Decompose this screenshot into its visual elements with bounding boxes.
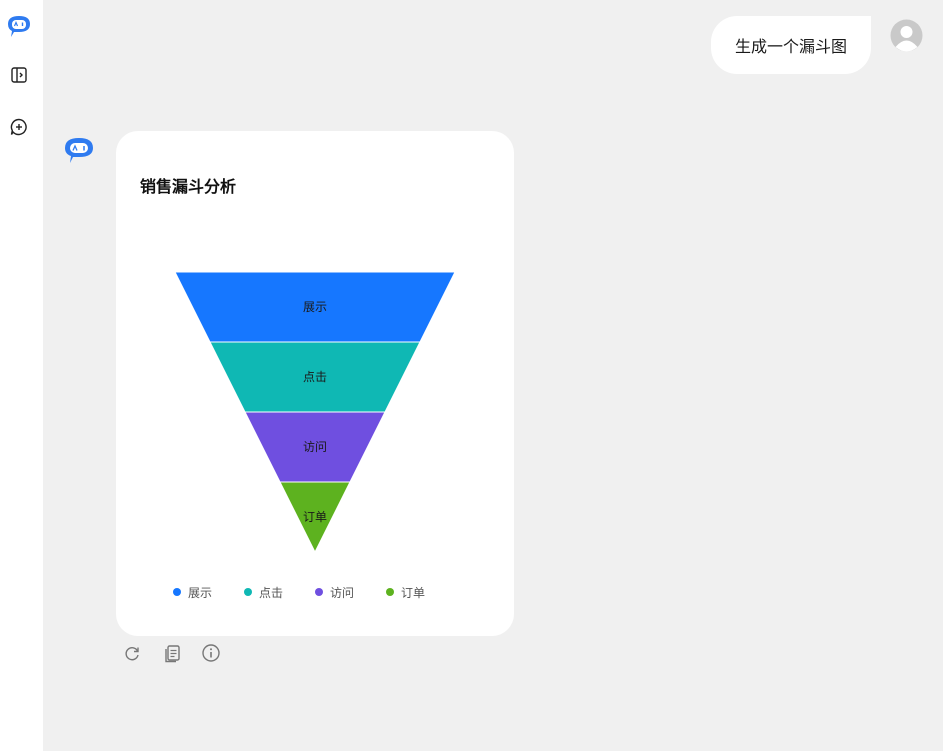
user-message-text: 生成一个漏斗图 <box>735 37 848 56</box>
assistant-chart-card: 销售漏斗分析 展示 点击 访问 订单 展示 点击 访问 订单 <box>116 131 514 636</box>
legend-item[interactable]: 订单 <box>386 583 457 601</box>
sidebar <box>0 0 43 751</box>
funnel-stage-label: 访问 <box>303 440 327 454</box>
funnel-stage-label: 订单 <box>303 510 327 524</box>
legend-label: 点击 <box>259 585 284 600</box>
legend-marker <box>386 588 394 596</box>
funnel-chart: 展示点击访问订单 <box>174 271 456 554</box>
legend-marker <box>173 588 181 596</box>
assistant-avatar-icon <box>65 138 93 163</box>
legend-item[interactable]: 点击 <box>244 583 315 601</box>
info-icon[interactable] <box>201 643 221 663</box>
legend-item[interactable]: 展示 <box>173 583 244 601</box>
legend-marker <box>315 588 323 596</box>
funnel-stage-label: 点击 <box>303 370 327 384</box>
legend-item[interactable]: 访问 <box>315 583 386 601</box>
app-logo-icon[interactable] <box>5 12 33 40</box>
new-chat-icon[interactable] <box>9 117 29 137</box>
regenerate-icon[interactable] <box>122 643 142 663</box>
legend-marker <box>244 588 252 596</box>
legend-label: 展示 <box>188 585 213 600</box>
chart-legend: 展示 点击 访问 订单 <box>116 583 514 601</box>
legend-label: 订单 <box>401 585 426 600</box>
user-avatar-icon <box>890 19 923 52</box>
copy-icon[interactable] <box>162 643 182 663</box>
legend-label: 访问 <box>330 585 355 600</box>
funnel-stage-label: 展示 <box>303 300 327 314</box>
user-message-bubble: 生成一个漏斗图 <box>711 16 871 74</box>
toggle-sidebar-icon[interactable] <box>9 65 29 85</box>
